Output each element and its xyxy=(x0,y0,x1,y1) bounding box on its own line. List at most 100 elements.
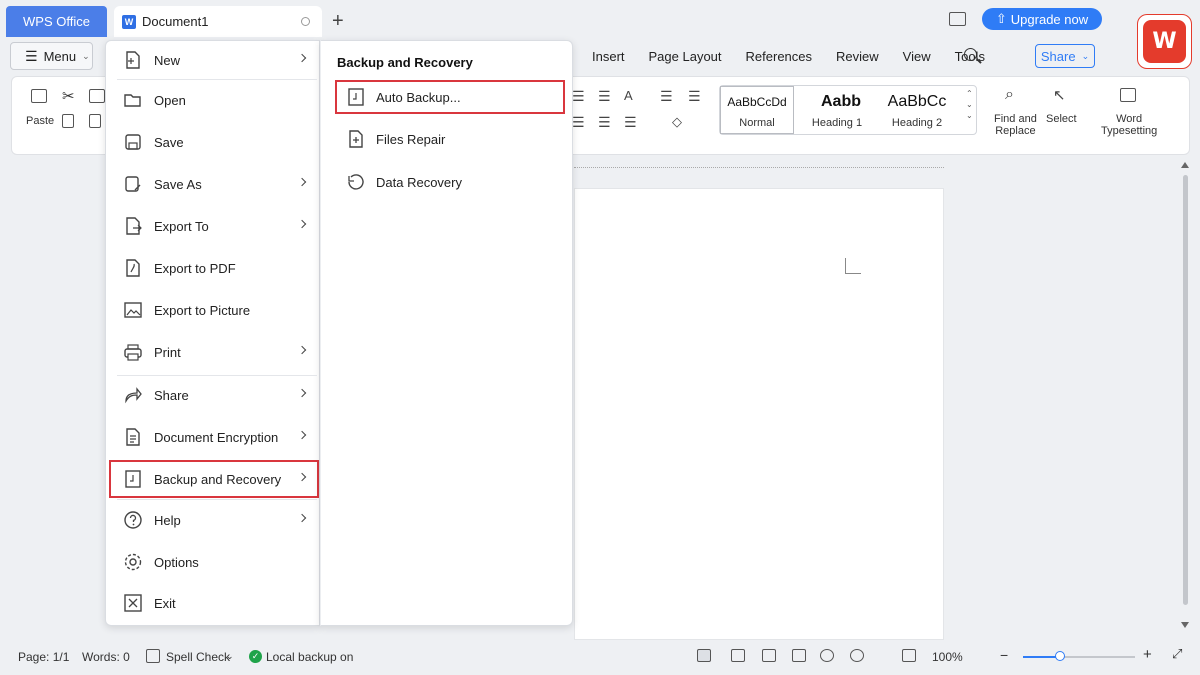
fit-page-icon[interactable] xyxy=(902,649,916,662)
styles-scroll-icon[interactable]: ⌃ ⌄ ⌄ xyxy=(966,88,973,121)
tab-document-label: Document1 xyxy=(142,14,209,29)
menu-item-help[interactable]: Help xyxy=(106,501,321,539)
share-button[interactable]: Share ⌄ xyxy=(1035,44,1095,68)
text-effects-icon[interactable]: A xyxy=(624,88,633,103)
help-icon xyxy=(124,511,142,529)
menu-item-export-pdf[interactable]: Export to PDF xyxy=(106,249,321,287)
scroll-down-icon[interactable] xyxy=(1181,622,1189,628)
tab-insert[interactable]: Insert xyxy=(592,49,625,64)
select-cursor-icon[interactable]: ↖ xyxy=(1053,86,1066,104)
format-painter-icon[interactable] xyxy=(89,114,101,128)
menu-item-export-to[interactable]: Export To xyxy=(106,207,321,245)
window-layout-icon[interactable] xyxy=(949,12,966,26)
check-circle-icon: ✓ xyxy=(249,650,262,663)
spell-check-icon[interactable] xyxy=(146,649,160,663)
paste-icon[interactable] xyxy=(31,89,47,103)
tab-review[interactable]: Review xyxy=(836,49,879,64)
document-page[interactable] xyxy=(574,188,944,640)
wps-logo: W xyxy=(1137,14,1192,69)
folder-open-icon xyxy=(124,94,141,107)
zoom-level[interactable]: 100% xyxy=(932,650,963,664)
new-tab-button[interactable]: + xyxy=(332,10,344,33)
scroll-up-icon[interactable] xyxy=(1181,162,1189,168)
menu-item-print[interactable]: Print xyxy=(106,333,321,371)
tab-wps-office[interactable]: WPS Office xyxy=(6,6,107,37)
backup-icon xyxy=(125,470,141,488)
chevron-right-icon xyxy=(297,177,307,187)
chevron-down-icon[interactable]: ⌄ xyxy=(226,651,234,662)
menu-item-save-as[interactable]: Save As xyxy=(106,165,321,203)
menu-item-new[interactable]: New xyxy=(106,41,321,79)
spell-check-label[interactable]: Spell Check xyxy=(166,650,230,664)
paste-label[interactable]: Paste xyxy=(26,115,54,127)
style-heading2-sample[interactable]: AaBbCc xyxy=(877,93,957,111)
encryption-icon xyxy=(126,428,140,446)
chevron-right-icon xyxy=(297,430,307,440)
book-view-icon[interactable] xyxy=(792,649,806,662)
word-typesetting-line1: Word xyxy=(1116,113,1143,125)
menu-item-label: Document Encryption xyxy=(154,429,279,445)
fullscreen-icon[interactable]: ⤢ xyxy=(1172,646,1182,662)
eye-protection-icon[interactable] xyxy=(850,649,864,662)
find-replace-label[interactable]: Find and Replace xyxy=(994,113,1037,137)
shading-icon[interactable]: ◇ xyxy=(672,114,682,130)
chevron-down-icon: ⌄ xyxy=(1081,50,1090,61)
menu-item-export-picture[interactable]: Export to Picture xyxy=(106,291,321,329)
submenu-item-files-repair[interactable]: Files Repair xyxy=(335,122,565,156)
vertical-scrollbar[interactable] xyxy=(1183,175,1188,605)
word-typesetting-label[interactable]: Word Typesetting xyxy=(1101,113,1157,137)
menu-item-share[interactable]: Share xyxy=(106,376,321,414)
copy-icon[interactable] xyxy=(89,89,105,103)
zoom-slider-handle[interactable] xyxy=(1055,651,1065,661)
outline-view-icon[interactable] xyxy=(731,649,745,662)
select-label[interactable]: Select xyxy=(1046,113,1077,125)
page-view-icon[interactable] xyxy=(762,649,776,662)
menu-item-options[interactable]: Options xyxy=(106,543,321,581)
tab-view[interactable]: View xyxy=(903,49,931,64)
upgrade-label: Upgrade now xyxy=(1010,11,1089,27)
search-icon[interactable] xyxy=(964,48,977,61)
backup-status[interactable]: Local backup on xyxy=(266,650,353,664)
style-normal-sample[interactable]: AaBbCcDd xyxy=(717,95,797,109)
word-typesetting-line2: Typesetting xyxy=(1101,125,1158,137)
format-copy-icon[interactable] xyxy=(62,114,74,128)
menu-item-backup-recovery[interactable]: Backup and Recovery xyxy=(109,460,319,498)
upgrade-icon: ⇧ xyxy=(995,11,1007,26)
list-icon[interactable]: ☰ xyxy=(572,88,585,105)
web-view-icon[interactable] xyxy=(820,649,834,662)
justify-icon[interactable]: ☰ xyxy=(598,114,611,131)
read-mode-icon[interactable] xyxy=(697,649,711,662)
zoom-out-icon[interactable]: − xyxy=(1000,647,1008,663)
word-typesetting-icon[interactable] xyxy=(1120,88,1136,102)
indent-icon[interactable]: ☰ xyxy=(660,88,673,105)
submenu-item-data-recovery[interactable]: Data Recovery xyxy=(335,165,565,199)
style-heading1-sample[interactable]: Aabb xyxy=(801,93,881,111)
ribbon-tabs: Insert Page Layout References Review Vie… xyxy=(592,49,1009,64)
menu-item-document-encryption[interactable]: Document Encryption xyxy=(106,418,321,456)
tab-document[interactable]: W Document1 xyxy=(114,6,322,37)
menu-item-open[interactable]: Open xyxy=(106,81,321,119)
line-spacing-icon[interactable]: ☰ xyxy=(624,114,637,131)
find-replace-line1: Find and xyxy=(994,113,1037,125)
menu-button[interactable]: ☰ Menu ⌄ xyxy=(10,42,93,70)
upgrade-button[interactable]: ⇧ Upgrade now xyxy=(982,8,1102,30)
style-heading1-name[interactable]: Heading 1 xyxy=(797,117,877,129)
menu-item-exit[interactable]: Exit xyxy=(106,584,321,622)
pdf-icon xyxy=(126,259,140,277)
tab-page-layout[interactable]: Page Layout xyxy=(649,49,722,64)
tab-references[interactable]: References xyxy=(746,49,812,64)
menu-item-save[interactable]: Save xyxy=(106,123,321,161)
unsaved-dot-icon[interactable] xyxy=(301,17,310,26)
align-left-icon[interactable]: ☰ xyxy=(572,114,585,131)
menu-button-label: Menu xyxy=(43,48,77,64)
cut-icon[interactable]: ✂ xyxy=(62,87,75,105)
word-count[interactable]: Words: 0 xyxy=(82,650,130,664)
align-icon[interactable]: ☰ xyxy=(598,88,611,105)
submenu-item-auto-backup[interactable]: Auto Backup... xyxy=(335,80,565,114)
menu-item-label: Save As xyxy=(154,176,202,192)
style-normal-name[interactable]: Normal xyxy=(717,117,797,129)
spacing-icon[interactable]: ☰ xyxy=(688,88,701,105)
find-icon[interactable]: ⌕ xyxy=(1005,86,1014,104)
style-heading2-name[interactable]: Heading 2 xyxy=(877,117,957,129)
zoom-in-icon[interactable]: + xyxy=(1143,646,1152,663)
